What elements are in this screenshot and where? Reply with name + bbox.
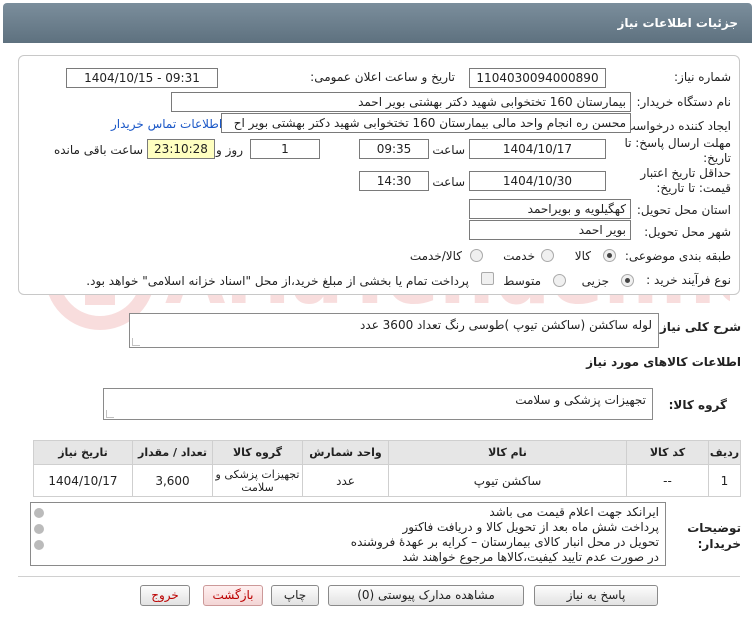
buyer-contact-link[interactable]: اطلاعات تماس خریدار [111,117,222,131]
remaining-label: ساعت باقی مانده [53,143,143,157]
category-goods-service-label: کالا/خدمت [409,249,462,263]
announce-field: 1404/10/15 - 09:31 [66,68,218,88]
header-group: گروه کالا [212,440,303,465]
scroll-dot-icon[interactable] [34,508,44,518]
process-medium-label: متوسط [503,274,541,288]
validity-label: حداقل تاریخ اعتبار قیمت: تا تاریخ: [640,166,731,195]
items-table: ردیف کد کالا نام کالا واحد شمارش گروه کا… [33,440,741,497]
deadline-date-field: 1404/10/17 [469,139,606,159]
summary-label: شرح کلی نیاز: [655,320,741,334]
cell-group: تجهیزات پزشکی و سلامت [212,464,303,497]
cell-quantity: 3,600 [132,464,213,497]
days-label: روز و [216,143,243,157]
need-number-field: 1104030094000890 [469,68,606,88]
province-label: استان محل تحویل: [636,203,731,217]
category-service-radio[interactable] [541,249,554,262]
cell-unit: عدد [302,464,389,497]
page: جزئیات اطلاعات نیاز AriaTender.neT شماره… [0,0,755,622]
treasury-payment-checkbox[interactable] [481,272,494,285]
deadline-label: مهلت ارسال پاسخ: تا تاریخ: [624,136,731,165]
process-minor-radio[interactable] [621,274,634,287]
category-service-label: خدمت [503,249,535,263]
header-need-date: تاریخ نیاز [33,440,133,465]
buyer-field: بیمارستان 160 تختخوابی شهید دکتر بهشتی ب… [171,92,631,112]
page-header: جزئیات اطلاعات نیاز [3,3,752,43]
creator-label: ایجاد کننده درخواست: [620,119,731,133]
notes-label: توضیحات خریدار: [687,521,741,551]
notes-line: تحویل در محل انبار کالای بیمارستان – کرا… [350,535,659,549]
validity-time-field: 14:30 [359,171,429,191]
resize-grip-icon[interactable] [106,410,114,418]
page-title: جزئیات اطلاعات نیاز [617,16,738,30]
group-label: گروه کالا: [668,398,727,412]
process-minor-label: جزیی [581,274,609,288]
validity-time-label: ساعت [432,175,465,189]
process-medium-radio[interactable] [553,274,566,287]
header-row-number: ردیف [708,440,741,465]
back-button[interactable]: بازگشت [203,585,263,606]
scroll-dot-icon[interactable] [34,540,44,550]
notes-scrollbar[interactable] [32,504,46,564]
header-quantity: تعداد / مقدار [132,440,213,465]
validity-date-field: 1404/10/30 [469,171,606,191]
city-field: بویر احمد [469,220,631,240]
summary-textarea[interactable]: لوله ساکشن (ساکشن تیوپ )طوسی رنگ تعداد 3… [129,313,659,348]
table-row[interactable]: 1 -- ساکشن تیوپ عدد تجهیزات پزشکی و سلام… [33,464,741,497]
creator-field: محسن ره انجام واحد مالی بیمارستان 160 تخ… [221,113,631,133]
group-text: تجهیزات پزشکی و سلامت [515,393,646,407]
remaining-time-field: 23:10:28 [147,139,215,159]
print-button[interactable]: چاپ [271,585,319,606]
divider [18,576,740,577]
process-label: نوع فرآیند خرید : [646,273,731,287]
header-name: نام کالا [388,440,627,465]
city-label: شهر محل تحویل: [644,225,731,239]
exit-button[interactable]: خروج [140,585,190,606]
table-header-row: ردیف کد کالا نام کالا واحد شمارش گروه کا… [33,440,741,465]
header-code: کد کالا [626,440,709,465]
notes-textarea[interactable]: ایرانکد جهت اعلام قیمت می باشد پرداخت شش… [30,502,666,566]
cell-name: ساکشن تیوپ [388,464,627,497]
category-goods-radio[interactable] [603,249,616,262]
notes-line: ایرانکد جهت اعلام قیمت می باشد [489,505,659,519]
notes-line: در صورت عدم تایید کیفیت،کالاها مرجوع خوا… [402,550,659,564]
notes-line: پرداخت شش ماه بعد از تحویل کالا و دریافت… [402,520,659,534]
cell-row-number: 1 [708,464,741,497]
deadline-time-field: 09:35 [359,139,429,159]
announce-label: تاریخ و ساعت اعلان عمومی: [310,70,455,84]
goods-section-title: اطلاعات کالاهای مورد نیاز [586,355,741,369]
category-goods-label: کالا [574,249,591,263]
province-field: کهگیلویه و بویراحمد [469,199,631,219]
header-unit: واحد شمارش [302,440,389,465]
days-field: 1 [250,139,320,159]
buyer-label: نام دستگاه خریدار: [636,95,732,109]
scroll-dot-icon[interactable] [34,524,44,534]
treasury-payment-note: پرداخت تمام یا بخشی از مبلغ خرید،از محل … [86,274,469,288]
attachments-button[interactable]: مشاهده مدارک پیوستی (0) [328,585,524,606]
cell-code: -- [626,464,709,497]
deadline-time-label: ساعت [432,143,465,157]
need-number-label: شماره نیاز: [674,70,731,84]
category-label: طبقه بندی موضوعی: [624,249,731,263]
summary-text: لوله ساکشن (ساکشن تیوپ )طوسی رنگ تعداد 3… [360,318,652,332]
resize-grip-icon[interactable] [132,338,140,346]
category-goods-service-radio[interactable] [470,249,483,262]
reply-button[interactable]: پاسخ به نیاز [534,585,658,606]
cell-need-date: 1404/10/17 [33,464,133,497]
group-textarea[interactable]: تجهیزات پزشکی و سلامت [103,388,653,420]
